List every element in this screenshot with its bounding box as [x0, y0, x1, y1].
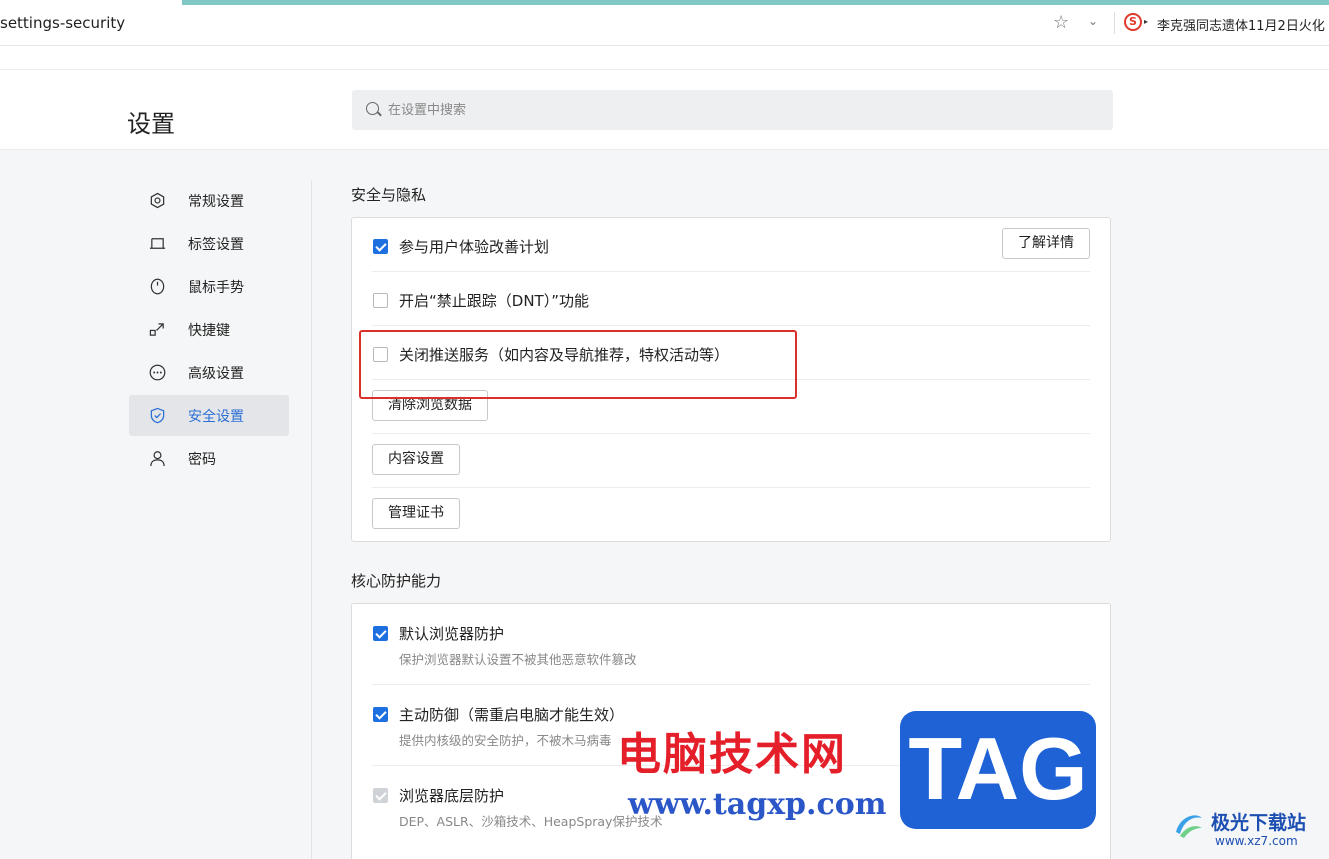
chevron-down-icon[interactable]: ⌄: [1088, 14, 1098, 28]
address-bar: settings-security ☆ ⌄ S ▸ 李克强同志遗体11月2日火化: [0, 0, 1329, 46]
shortcut-icon: [149, 323, 164, 336]
watermark-text: 电脑技术网: [617, 729, 847, 780]
section-title-core: 核心防护能力: [351, 572, 442, 590]
sidebar-item-label: 高级设置: [188, 366, 244, 382]
user-icon: [150, 451, 165, 467]
toolbar-strip: [0, 46, 1329, 70]
ux-plan-label[interactable]: 参与用户体验改善计划: [399, 236, 549, 257]
sidebar-item-tabs[interactable]: 标签设置: [129, 223, 289, 264]
gear-icon: [150, 192, 165, 209]
dnt-label[interactable]: 开启“禁止跟踪（DNT）”功能: [399, 290, 589, 311]
browser-base-label: 浏览器底层防护: [399, 787, 505, 805]
ux-plan-checkbox[interactable]: [373, 239, 388, 254]
sidebar-item-password[interactable]: 密码: [129, 438, 289, 479]
page-title: 设置: [127, 110, 175, 138]
highlight-box: [359, 330, 797, 399]
dnt-checkbox[interactable]: [373, 293, 388, 308]
url-text[interactable]: settings-security: [0, 14, 125, 32]
content-settings-button[interactable]: 内容设置: [372, 444, 460, 475]
default-browser-label[interactable]: 默认浏览器防护: [399, 623, 504, 644]
sidebar-item-label: 快捷键: [188, 323, 230, 339]
section-title-privacy: 安全与隐私: [351, 186, 427, 204]
sidebar-item-label: 鼠标手势: [188, 280, 244, 296]
news-ticker[interactable]: 李克强同志遗体11月2日火化: [1157, 15, 1325, 34]
sidebar-item-label: 安全设置: [188, 409, 244, 425]
sidebar-item-general[interactable]: 常规设置: [129, 180, 289, 221]
sidebar-item-label: 常规设置: [188, 194, 244, 210]
dnt-row: 开启“禁止跟踪（DNT）”功能: [372, 272, 1090, 326]
aurora-logo-icon: [1176, 815, 1202, 838]
sidebar-item-mouse[interactable]: 鼠标手势: [129, 266, 289, 307]
sidebar-item-advanced[interactable]: 高级设置: [129, 352, 289, 393]
mouse-icon: [150, 278, 165, 295]
sidebar: 常规设置 标签设置 鼠标手势 快捷键 高级设置 安全设置 密码: [129, 180, 289, 481]
watermark-tag-logo: TAG: [900, 711, 1096, 829]
triangle-icon[interactable]: ▸: [1144, 17, 1148, 26]
watermark-url: www.tagxp.com: [628, 787, 887, 822]
ux-plan-row: 参与用户体验改善计划 了解详情: [372, 218, 1090, 272]
content-settings-row: 内容设置: [372, 434, 1090, 488]
divider: [1114, 12, 1115, 34]
default-browser-checkbox[interactable]: [373, 626, 388, 641]
shield-icon: [150, 407, 165, 424]
browser-base-checkbox: [373, 788, 388, 803]
sogou-icon[interactable]: S: [1124, 13, 1142, 31]
watermark-site-name: 极光下载站: [1211, 812, 1307, 834]
tab-icon: [149, 238, 166, 249]
sidebar-divider: [311, 180, 312, 859]
manage-certs-button[interactable]: 管理证书: [372, 498, 460, 529]
default-browser-desc: 保护浏览器默认设置不被其他恶意软件篡改: [399, 652, 637, 667]
active-defense-label[interactable]: 主动防御（需重启电脑才能生效）: [399, 704, 624, 725]
active-defense-checkbox[interactable]: [373, 707, 388, 722]
search-input[interactable]: [388, 98, 1088, 122]
loading-bar: [182, 0, 1329, 5]
settings-header: 设置: [0, 70, 1329, 150]
sidebar-item-label: 密码: [188, 452, 216, 468]
more-icon: [149, 364, 166, 381]
sidebar-item-label: 标签设置: [188, 237, 244, 253]
sidebar-item-security[interactable]: 安全设置: [129, 395, 289, 436]
browser-base-desc: DEP、ASLR、沙箱技术、HeapSpray保护技术: [399, 814, 663, 829]
active-defense-desc: 提供内核级的安全防护，不被木马病毒: [399, 733, 612, 748]
learn-more-button[interactable]: 了解详情: [1002, 228, 1090, 259]
core-item-row: 默认浏览器防护 保护浏览器默认设置不被其他恶意软件篡改: [372, 604, 1090, 685]
watermark-site-url: www.xz7.com: [1215, 834, 1298, 848]
search-box[interactable]: [352, 90, 1113, 130]
star-icon[interactable]: ☆: [1053, 12, 1069, 33]
manage-certs-row: 管理证书: [372, 488, 1090, 542]
sidebar-item-shortcuts[interactable]: 快捷键: [129, 309, 289, 350]
search-icon: [366, 102, 379, 115]
